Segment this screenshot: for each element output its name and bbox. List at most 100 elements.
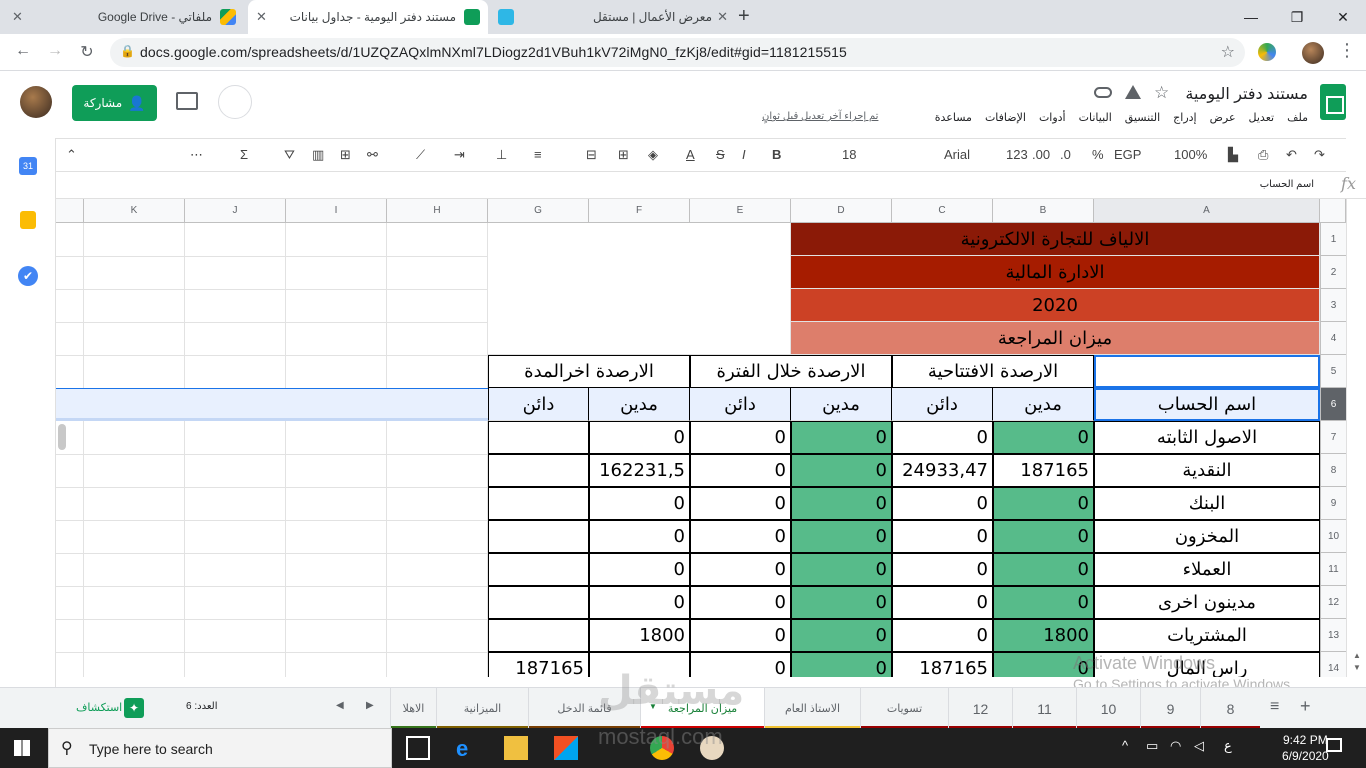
period-credit[interactable]: 0 [690, 619, 791, 652]
column-header-h[interactable]: H [387, 199, 488, 223]
period-credit[interactable]: 0 [690, 586, 791, 619]
calendar-icon[interactable]: 31 [19, 157, 37, 175]
functions-icon[interactable]: Σ [240, 147, 248, 162]
scroll-tabs-right-icon[interactable]: ▶ [366, 700, 374, 711]
closing-credit[interactable] [488, 553, 589, 586]
paint-format-icon[interactable]: ▙ [1228, 147, 1238, 163]
opening-debit[interactable]: 187165 [993, 454, 1094, 487]
scroll-down-icon[interactable]: ▼ [1353, 663, 1361, 672]
fill-color-icon[interactable]: ◈ [648, 147, 658, 163]
select-all-corner[interactable] [1320, 199, 1346, 223]
sheet-tab-11[interactable]: 11 [1012, 688, 1076, 729]
undo-icon[interactable]: ↶ [1286, 147, 1297, 163]
formula-input[interactable]: اسم الحساب [1260, 179, 1314, 190]
url-text[interactable]: docs.google.com/spreadsheets/d/1UZQZAQxl… [140, 44, 847, 60]
share-button[interactable]: مشاركة 👤 [72, 85, 157, 121]
decrease-decimal-button[interactable]: .0 [1060, 147, 1071, 162]
scroll-up-icon[interactable]: ▲ [1353, 651, 1361, 660]
header-closing-credit[interactable]: دائن [488, 388, 589, 421]
vertical-scrollbar[interactable]: ▼ ▲ [1346, 199, 1366, 677]
title-year[interactable]: 2020 [791, 289, 1320, 322]
wifi-icon[interactable]: ◠ [1170, 738, 1181, 754]
period-debit[interactable]: 0 [791, 520, 892, 553]
closing-debit[interactable]: 0 [589, 553, 690, 586]
menu-format[interactable]: التنسيق [1125, 111, 1160, 124]
closing-credit[interactable] [488, 520, 589, 553]
row-header-11[interactable]: 11 [1320, 553, 1346, 586]
increase-decimal-button[interactable]: .00 [1032, 147, 1050, 162]
closing-credit[interactable]: 187165 [488, 652, 589, 677]
font-select[interactable]: Arial [944, 147, 970, 162]
borders-icon[interactable]: ⊞ [618, 147, 629, 163]
closing-debit[interactable]: 0 [589, 586, 690, 619]
bookmark-star-icon[interactable]: ☆ [1221, 42, 1235, 62]
profile-avatar-icon[interactable] [1302, 42, 1324, 64]
notifications-icon[interactable] [1326, 738, 1342, 752]
empty-title-cells[interactable] [488, 223, 791, 355]
header-opening-credit[interactable]: دائن [892, 388, 993, 421]
column-header-k[interactable]: K [84, 199, 185, 223]
account-name[interactable]: البنك [1094, 487, 1320, 520]
comments-icon[interactable] [176, 92, 198, 110]
taskbar-clock[interactable]: 9:42 PM 6/9/2020 [1282, 732, 1329, 764]
present-to-meeting-icon[interactable] [218, 85, 252, 119]
menu-tools[interactable]: أدوات [1039, 111, 1066, 124]
all-sheets-icon[interactable]: ≡ [1270, 698, 1279, 716]
column-header-e[interactable]: E [690, 199, 791, 223]
new-tab-button[interactable]: + [738, 5, 750, 28]
period-debit[interactable]: 0 [791, 454, 892, 487]
column-header-g[interactable]: G [488, 199, 589, 223]
closing-credit[interactable] [488, 454, 589, 487]
header-period-debit[interactable]: مدين [791, 388, 892, 421]
browser-tab-sheets[interactable]: مستند دفتر اليومية - جداول بيانات ✕ [248, 0, 488, 34]
period-debit[interactable]: 0 [791, 487, 892, 520]
task-view-icon[interactable] [406, 736, 430, 760]
explore-icon[interactable]: ✦ [124, 698, 144, 718]
header-opening-debit[interactable]: مدين [993, 388, 1094, 421]
account-name[interactable]: مدينون اخرى [1094, 586, 1320, 619]
opening-debit[interactable]: 0 [993, 553, 1094, 586]
browser-tab-mostaql[interactable]: معرض الأعمال | مستقل ✕ [490, 0, 730, 34]
add-sheet-icon[interactable]: + [1300, 696, 1311, 717]
horizontal-scroll-thumb[interactable] [58, 424, 66, 450]
closing-credit[interactable] [488, 586, 589, 619]
row-header-8[interactable]: 8 [1320, 454, 1346, 487]
opening-debit[interactable]: 0 [993, 586, 1094, 619]
opening-credit[interactable]: 187165 [892, 652, 993, 677]
menu-insert[interactable]: إدراج [1173, 111, 1196, 124]
text-wrap-icon[interactable]: ⇥ [454, 147, 465, 163]
cell-a5[interactable] [1094, 355, 1320, 388]
more-formats-select[interactable]: 123 [1006, 147, 1028, 162]
opening-credit[interactable]: 24933,47 [892, 454, 993, 487]
text-rotation-icon[interactable]: ⟋ [416, 147, 425, 163]
account-name[interactable]: المشتريات [1094, 619, 1320, 652]
header-period-credit[interactable]: دائن [690, 388, 791, 421]
opening-debit[interactable]: 0 [993, 520, 1094, 553]
row-header-7[interactable]: 7 [1320, 421, 1346, 454]
closing-debit[interactable]: 162231,5 [589, 454, 690, 487]
link-icon[interactable]: ⚯ [367, 147, 378, 163]
period-debit[interactable]: 0 [791, 421, 892, 454]
sheets-logo-icon[interactable] [1320, 84, 1346, 120]
menu-help[interactable]: مساعدة [935, 111, 972, 124]
column-header-a[interactable]: A [1094, 199, 1320, 223]
period-credit[interactable]: 0 [690, 553, 791, 586]
period-credit[interactable]: 0 [690, 454, 791, 487]
windows-start-icon[interactable] [14, 740, 30, 756]
title-department[interactable]: الادارة المالية [791, 256, 1320, 289]
sheet-tab-balance-sheet[interactable]: الميزانية [436, 688, 528, 729]
collapse-icon[interactable]: ⌃ [66, 147, 77, 163]
row-header-4[interactable]: 4 [1320, 322, 1346, 355]
opening-credit[interactable]: 0 [892, 520, 993, 553]
closing-credit[interactable] [488, 421, 589, 454]
opening-credit[interactable]: 0 [892, 619, 993, 652]
reload-icon[interactable]: ↻ [76, 42, 98, 64]
filter-icon[interactable]: ⛛ [284, 147, 295, 163]
opening-credit[interactable]: 0 [892, 586, 993, 619]
more-menu-icon[interactable]: ⋮ [1338, 40, 1356, 61]
more-options-icon[interactable]: ⋯ [190, 147, 203, 163]
scroll-tabs-left-icon[interactable]: ◀ [336, 700, 344, 711]
document-title[interactable]: مستند دفتر اليومية [1185, 84, 1308, 104]
zoom-select[interactable]: 100% [1174, 147, 1207, 162]
column-header-i[interactable]: I [286, 199, 387, 223]
